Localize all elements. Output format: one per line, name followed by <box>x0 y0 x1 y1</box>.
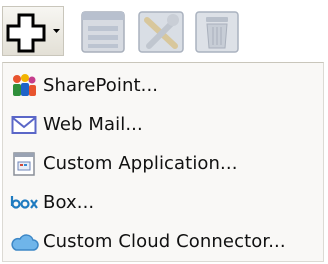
sharepoint-icon <box>3 65 43 105</box>
box-logo-icon <box>3 182 43 222</box>
menu-item-custom-cloud-connector[interactable]: Custom Cloud Connector... <box>3 221 323 261</box>
envelope-icon <box>3 104 43 144</box>
menu-item-label: Web Mail... <box>43 113 143 135</box>
add-dropdown-icon <box>6 13 60 53</box>
menu-item-box[interactable]: Box... <box>3 182 323 222</box>
menu-item-label: SharePoint... <box>43 74 159 96</box>
menu-item-sharepoint[interactable]: SharePoint... <box>3 65 323 105</box>
menu-item-custom-application[interactable]: Custom Application... <box>3 143 323 183</box>
menu-item-label: Custom Application... <box>43 152 238 174</box>
menu-item-web-mail[interactable]: Web Mail... <box>3 104 323 144</box>
storage-button[interactable] <box>78 6 130 56</box>
cloud-icon <box>3 221 43 261</box>
add-connector-menu: SharePoint... Web Mail... Custom Applica… <box>2 62 324 262</box>
add-dropdown-button[interactable] <box>2 6 64 56</box>
menu-item-label: Box... <box>43 191 95 213</box>
trash-icon <box>195 11 239 53</box>
tools-button[interactable] <box>135 6 187 56</box>
storage-icon <box>81 11 125 53</box>
toolbar <box>0 0 328 62</box>
menu-item-label: Custom Cloud Connector... <box>43 230 286 252</box>
delete-button[interactable] <box>192 6 244 56</box>
tools-icon <box>138 11 184 53</box>
application-icon <box>3 143 43 183</box>
